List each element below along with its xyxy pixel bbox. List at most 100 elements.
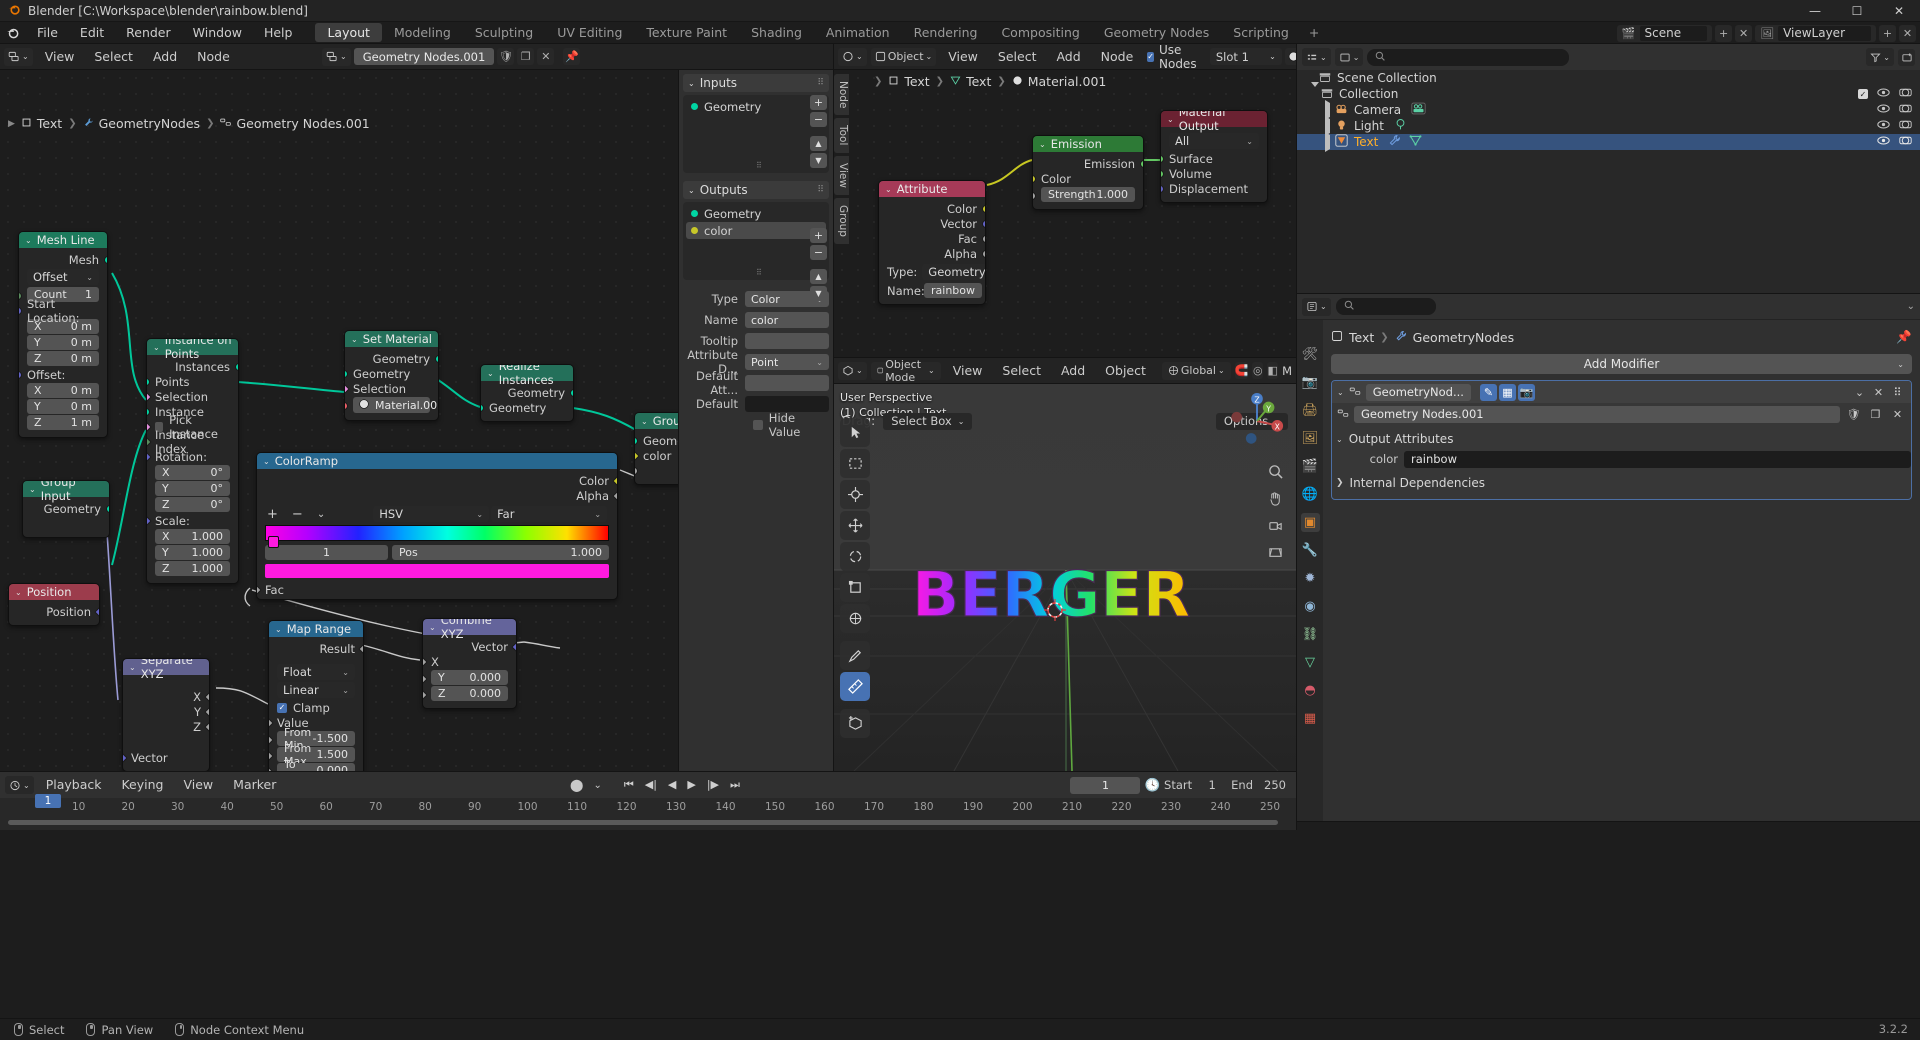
rotation-z-field[interactable]: Z 0° [155, 497, 230, 512]
attribute-value-field[interactable]: rainbow [1404, 450, 1911, 468]
breadcrumb-material[interactable]: Material.001 [1012, 74, 1106, 89]
splitter-horizontal-4[interactable] [1297, 821, 1920, 822]
output-alpha[interactable]: Alpha [879, 246, 985, 261]
socket-geometry-in[interactable] [345, 370, 348, 378]
jump-end-button[interactable]: ⏭ [730, 778, 740, 792]
tab-physics[interactable]: ◉ [1301, 597, 1320, 616]
maximize-button[interactable]: ☐ [1836, 0, 1878, 22]
socket-geometry-out[interactable] [570, 389, 573, 397]
scene-name[interactable]: Scene [1639, 25, 1708, 41]
socket-pick-instance-in[interactable] [147, 421, 152, 433]
hide-eye-icon[interactable] [1877, 135, 1890, 149]
proportional-edit-icon[interactable]: ◎ [1252, 362, 1264, 379]
prop-type[interactable]: TypeColor⌄ [683, 290, 829, 308]
input-selection[interactable]: Selection [345, 381, 438, 396]
timeline-editor-type-selector[interactable]: ⌄ [5, 776, 34, 794]
input-instance-index[interactable]: Instance Index [147, 428, 238, 456]
socket-color-in[interactable] [1033, 175, 1036, 183]
offset-z-field[interactable]: Z1 m [27, 415, 99, 430]
socket-color-in[interactable] [635, 450, 640, 462]
output-vector[interactable]: Vector [879, 216, 985, 231]
chevron-down-icon[interactable]: ⌄ [641, 417, 648, 426]
tab-tool[interactable]: Tool [834, 118, 849, 153]
light-data-icon[interactable] [1394, 118, 1407, 134]
snap-magnet-icon[interactable]: 🧲 [1234, 362, 1249, 379]
socket-empty-in[interactable] [635, 467, 638, 475]
unlink-scene-button[interactable]: ✕ [1735, 24, 1753, 42]
combine-y-field[interactable]: Y 0.000 [431, 670, 508, 685]
add-cube-tool-button[interactable] [840, 709, 870, 738]
outliner-row-text[interactable]: Text [1297, 132, 1920, 152]
output-geometry[interactable]: Geometry [481, 385, 573, 400]
scale-y-field[interactable]: Y 1.000 [155, 545, 230, 560]
grip-icon[interactable]: ⠿ [817, 78, 824, 88]
breadcrumb-item-modifier[interactable]: GeometryNodes [83, 116, 200, 131]
node-header[interactable]: ⌄ Emission [1033, 136, 1143, 152]
start-z-field[interactable]: Z0 m [27, 351, 99, 366]
use-nodes-checkbox[interactable]: ✓ [1147, 51, 1154, 62]
outliner-editor-type-selector[interactable]: ⌄ [1302, 48, 1331, 66]
socket-geometry-in[interactable] [635, 437, 638, 445]
target-dropdown[interactable]: All ⌄ [1169, 133, 1259, 149]
socket-selection-in[interactable] [147, 391, 152, 403]
node-tree-name[interactable]: Geometry Nodes.001 [353, 48, 495, 65]
realtime-display-toggle[interactable]: ▦ [1498, 383, 1516, 401]
use-nodes-toggle[interactable]: ✓ Use Nodes [1147, 43, 1200, 71]
socket-offset-in[interactable] [19, 371, 22, 379]
node-emission[interactable]: ⌄ Emission Emission Color Strength 1.000 [1032, 135, 1144, 210]
stop-color-swatch[interactable] [265, 564, 609, 578]
output-color[interactable]: Color [257, 473, 617, 488]
list-item[interactable]: color [686, 222, 826, 239]
slot-dropdown[interactable]: Slot 1 ⌄ [1209, 48, 1282, 65]
disable-render-camera-icon[interactable] [1899, 87, 1912, 101]
color-ramp-menu-button[interactable]: ⌄ [317, 509, 325, 520]
chevron-down-icon[interactable]: ⌄ [1337, 388, 1344, 397]
socket-color-out[interactable] [612, 475, 617, 487]
pin-icon[interactable]: 📌 [1896, 329, 1912, 345]
current-frame-field[interactable]: 1 [1070, 776, 1141, 794]
tab-group[interactable]: Group [834, 197, 849, 244]
annotate-tool-button[interactable] [840, 641, 870, 670]
modifier-delete-button[interactable]: ✕ [1870, 384, 1887, 401]
socket-color-out[interactable] [982, 205, 985, 213]
end-value[interactable]: 250 [1258, 778, 1292, 792]
timeline-menu-marker[interactable]: Marker [225, 772, 284, 798]
to-min-field[interactable]: To Min0.000 [277, 758, 355, 771]
prop-name[interactable]: Name color [683, 311, 829, 329]
chevron-down-icon[interactable]: ⌄ [351, 335, 358, 344]
internal-dependencies-section[interactable]: ❯ Internal Dependencies [1332, 473, 1911, 493]
add-modifier-button[interactable]: Add Modifier ⌄ [1331, 354, 1912, 374]
chevron-down-icon[interactable]: ⌄ [129, 663, 136, 672]
playhead[interactable]: 1 [35, 794, 61, 808]
unlink-icon[interactable]: ✕ [1889, 406, 1906, 423]
start-frame-group[interactable]: Start 1 [1164, 778, 1227, 792]
socket-position-out[interactable] [94, 606, 99, 618]
stop-index-field[interactable]: 1 [265, 545, 388, 560]
socket-geometry-out[interactable] [106, 505, 109, 513]
output-x[interactable]: X [123, 689, 209, 704]
tab-modeling[interactable]: Modeling [382, 23, 463, 42]
node-header[interactable]: ⌄ Set Material [345, 331, 438, 347]
input-selection[interactable]: Selection [147, 389, 238, 404]
modifier-header[interactable]: ⌄ GeometryNod... ✎ ▦ 📷 ⌄ ✕ ⠿ [1332, 381, 1911, 403]
chevron-down-icon[interactable]: ⌄ [885, 185, 892, 194]
node-header[interactable]: ⌄ Combine XYZ [423, 619, 516, 641]
data-type-dropdown[interactable]: Float ⌄ [277, 664, 355, 680]
node-header[interactable]: ⌄ Realize Instances [481, 365, 573, 387]
editor-type-selector[interactable]: ⌄ [4, 47, 33, 66]
socket-from-min-in[interactable] [269, 734, 274, 746]
geo-menu-select[interactable]: Select [86, 44, 141, 70]
socket-surface-in[interactable] [1161, 155, 1164, 163]
disclosure-triangle-icon[interactable] [1311, 82, 1321, 104]
socket-alpha-out[interactable] [612, 490, 617, 502]
node-material-output[interactable]: ⌄ Material Output All ⌄ Surface Volume Di… [1160, 110, 1268, 203]
node-header[interactable]: ⌄ ColorRamp [257, 453, 617, 469]
tab-uv-editing[interactable]: UV Editing [545, 23, 634, 42]
zoom-icon[interactable] [1264, 460, 1286, 482]
menu-edit[interactable]: Edit [69, 22, 115, 44]
tab-layout[interactable]: Layout [315, 23, 382, 42]
tab-shading[interactable]: Shading [739, 23, 814, 42]
auto-key-dropdown-icon[interactable]: ⌄ [593, 780, 601, 791]
disclosure-triangle-icon[interactable] [1325, 132, 1335, 152]
output-z[interactable]: Z [123, 719, 209, 734]
